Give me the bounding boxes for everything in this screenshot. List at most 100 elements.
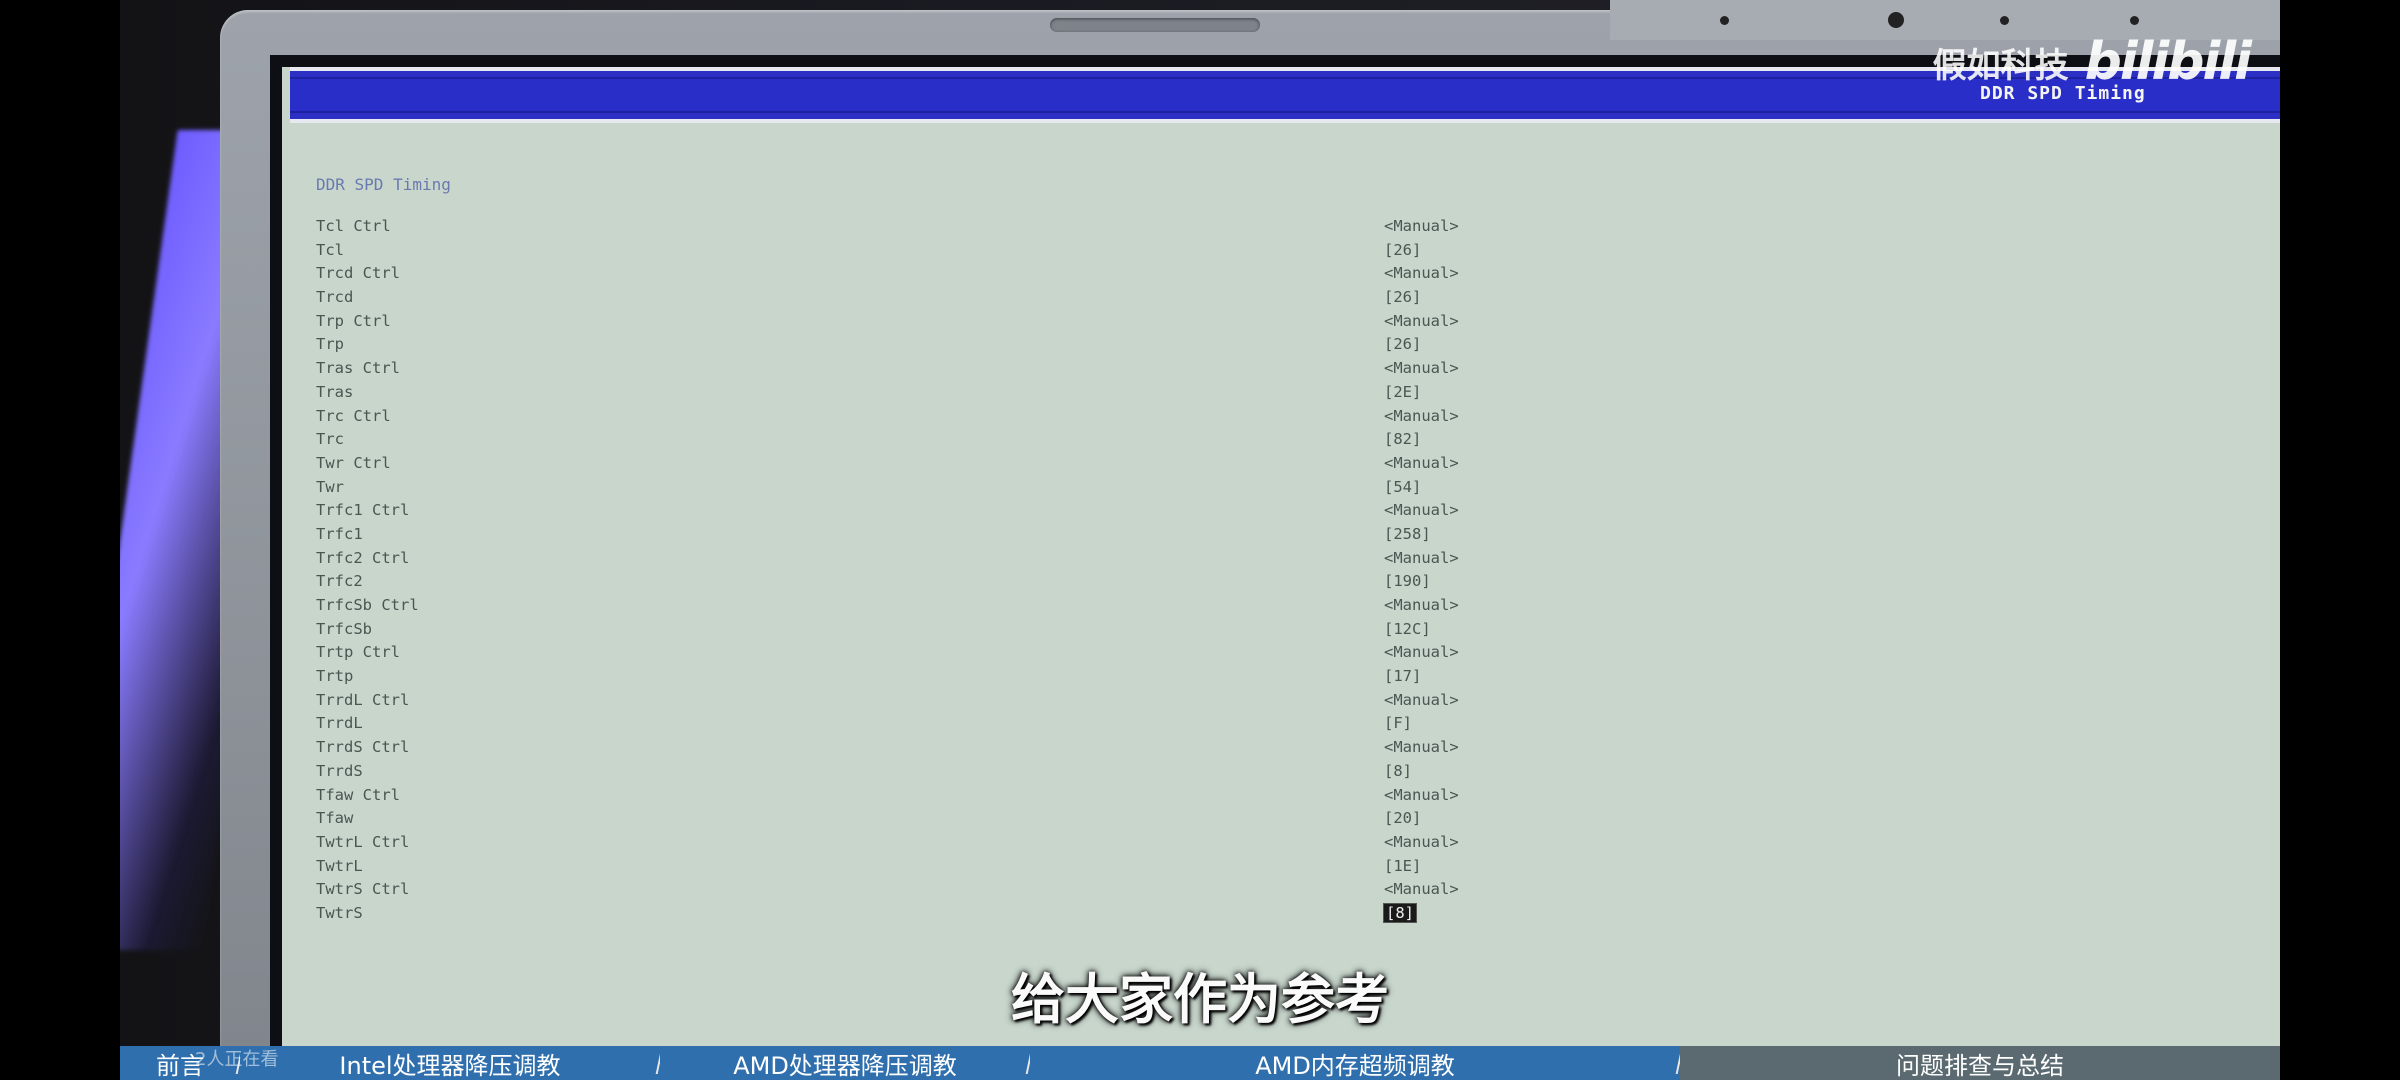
video-subtitle: 给大家作为参考 [1011, 968, 1389, 1031]
bios-setting-row[interactable]: Tfaw [20] [316, 809, 1516, 833]
setting-label: Trfc2 Ctrl [316, 548, 410, 567]
chapter-segment[interactable]: Intel处理器降压调教 [240, 1046, 663, 1080]
setting-value[interactable]: <Manual> [1384, 596, 1459, 614]
bios-setting-row[interactable]: Trc Ctrl <Manual> [316, 407, 1516, 431]
bios-setting-row[interactable]: Trfc1 Ctrl <Manual> [316, 501, 1516, 525]
bezel-notch [1050, 18, 1260, 32]
setting-value[interactable]: [1E] [1384, 857, 1421, 875]
setting-label: TrrdL Ctrl [316, 690, 410, 709]
bilibili-logo: bilibili [2084, 32, 2252, 92]
setting-label: Tcl Ctrl [316, 217, 391, 235]
setting-value[interactable]: [26] [1384, 241, 1421, 259]
setting-value[interactable]: [20] [1384, 809, 1421, 827]
laptop-screen: DDR SPD Timing DDR SPD Timing Tcl Ctrl <M… [270, 55, 2280, 1080]
chapter-segment[interactable]: AMD内存超频调教 [1030, 1046, 1683, 1080]
setting-label: TrrdS [316, 761, 363, 780]
chapter-label: AMD处理器降压调教 [733, 1051, 957, 1080]
chapter-segment[interactable]: 问题排查与总结 [1680, 1046, 2280, 1080]
setting-value-selected[interactable]: [8] [1383, 902, 1417, 923]
bios-settings-list: Tcl Ctrl <Manual> Tcl [26] Trcd Ctrl <Manual>… [316, 217, 1516, 928]
bios-setting-row[interactable]: TwtrL [1E] [316, 857, 1516, 881]
setting-label: Trc [316, 430, 344, 449]
chapter-segment[interactable]: AMD处理器降压调教 [660, 1046, 1033, 1080]
bios-screen: DDR SPD Timing DDR SPD Timing Tcl Ctrl <M… [282, 67, 2280, 1080]
setting-value[interactable]: [8] [1384, 762, 1412, 780]
bios-setting-row[interactable]: Tcl Ctrl <Manual> [316, 217, 1516, 241]
setting-value[interactable]: [F] [1384, 714, 1412, 732]
video-content: DDR SPD Timing DDR SPD Timing Tcl Ctrl <M… [120, 0, 2280, 1080]
setting-value[interactable]: [54] [1384, 478, 1421, 496]
bios-setting-row[interactable]: Trtp Ctrl <Manual> [316, 643, 1516, 667]
bios-setting-row[interactable]: Trtp [17] [316, 667, 1516, 691]
setting-label: Tras [316, 382, 354, 401]
setting-value[interactable]: [82] [1384, 430, 1421, 448]
bios-setting-row[interactable]: Tfaw Ctrl <Manual> [316, 786, 1516, 810]
setting-value[interactable]: [258] [1384, 525, 1431, 543]
setting-value[interactable]: <Manual> [1384, 359, 1459, 377]
chapter-progress-bar[interactable]: 前言 Intel处理器降压调教 AMD处理器降压调教 AMD内存超频调教 问题排查与总结 [120, 1046, 2280, 1080]
setting-label: Trfc2 [316, 572, 363, 591]
setting-label: TwtrS Ctrl [316, 880, 410, 899]
setting-value[interactable]: [17] [1384, 667, 1421, 685]
bios-setting-row[interactable]: TrrdS Ctrl <Manual> [316, 738, 1516, 762]
setting-label: Trfc1 [316, 524, 363, 543]
setting-value[interactable]: <Manual> [1384, 549, 1459, 567]
setting-value[interactable]: <Manual> [1384, 643, 1459, 661]
setting-label: TwtrL Ctrl [316, 832, 410, 851]
setting-value[interactable]: <Manual> [1384, 312, 1459, 330]
setting-value[interactable]: <Manual> [1384, 833, 1459, 851]
bios-setting-row[interactable]: Trfc2 Ctrl <Manual> [316, 549, 1516, 573]
bios-setting-row[interactable]: TwtrS [8] [316, 902, 1516, 928]
bios-setting-row[interactable]: Trp Ctrl <Manual> [316, 312, 1516, 336]
bios-setting-row[interactable]: Twr Ctrl <Manual> [316, 454, 1516, 478]
setting-value[interactable]: [12C] [1384, 620, 1431, 638]
bios-setting-row[interactable]: Trc [82] [316, 430, 1516, 454]
bios-setting-row[interactable]: TrfcSb [12C] [316, 620, 1516, 644]
setting-value[interactable]: <Manual> [1384, 691, 1459, 709]
bios-setting-row[interactable]: TrrdL Ctrl <Manual> [316, 691, 1516, 715]
setting-value[interactable]: [26] [1384, 288, 1421, 306]
setting-value[interactable]: <Manual> [1384, 217, 1459, 235]
setting-value[interactable]: [26] [1384, 335, 1421, 353]
setting-value[interactable]: [190] [1384, 572, 1431, 590]
setting-value[interactable]: <Manual> [1384, 501, 1459, 519]
bios-setting-row[interactable]: Tras [2E] [316, 383, 1516, 407]
bios-setting-row[interactable]: Trfc2 [190] [316, 572, 1516, 596]
bios-setting-row[interactable]: TwtrL Ctrl <Manual> [316, 833, 1516, 857]
bios-setting-row[interactable]: Trfc1 [258] [316, 525, 1516, 549]
bios-setting-row[interactable]: TrfcSb Ctrl <Manual> [316, 596, 1516, 620]
setting-label: Tfaw [316, 809, 354, 828]
bios-setting-row[interactable]: Trp [26] [316, 335, 1516, 359]
bios-setting-row[interactable]: Tcl [26] [316, 241, 1516, 265]
setting-label: Tcl [316, 240, 344, 259]
setting-label: Trc Ctrl [316, 406, 391, 425]
video-player-frame: DDR SPD Timing DDR SPD Timing Tcl Ctrl <M… [0, 0, 2400, 1080]
bios-setting-row[interactable]: Twr [54] [316, 478, 1516, 502]
bios-section-title: DDR SPD Timing [316, 175, 451, 194]
setting-value[interactable]: <Manual> [1384, 454, 1459, 472]
setting-value[interactable]: <Manual> [1384, 738, 1459, 756]
bios-setting-row[interactable]: Trcd [26] [316, 288, 1516, 312]
setting-value[interactable]: <Manual> [1384, 264, 1459, 282]
bios-setting-row[interactable]: TrrdS [8] [316, 762, 1516, 786]
bios-setting-row[interactable]: Tras Ctrl <Manual> [316, 359, 1516, 383]
setting-label: TwtrS [316, 903, 363, 922]
setting-label: Tfaw Ctrl [316, 785, 400, 804]
bios-setting-row[interactable]: Trcd Ctrl <Manual> [316, 264, 1516, 288]
viewer-count: 2人正在看 [195, 1049, 279, 1070]
setting-label: Trcd [316, 288, 354, 307]
setting-label: Trtp [316, 667, 354, 686]
webcam-icon [1888, 12, 1904, 28]
setting-value[interactable]: <Manual> [1384, 880, 1459, 898]
setting-value[interactable]: <Manual> [1384, 407, 1459, 425]
setting-label: TrrdS Ctrl [316, 738, 410, 757]
setting-value[interactable]: <Manual> [1384, 786, 1459, 804]
setting-label: Tras Ctrl [316, 359, 400, 378]
sensor-dot [2130, 16, 2139, 25]
setting-label: Twr [316, 477, 344, 496]
setting-value[interactable]: [2E] [1384, 383, 1421, 401]
bios-setting-row[interactable]: TrrdL [F] [316, 714, 1516, 738]
chapter-label: AMD内存超频调教 [1255, 1051, 1455, 1080]
setting-label: Trtp Ctrl [316, 643, 400, 662]
bios-setting-row[interactable]: TwtrS Ctrl <Manual> [316, 880, 1516, 904]
